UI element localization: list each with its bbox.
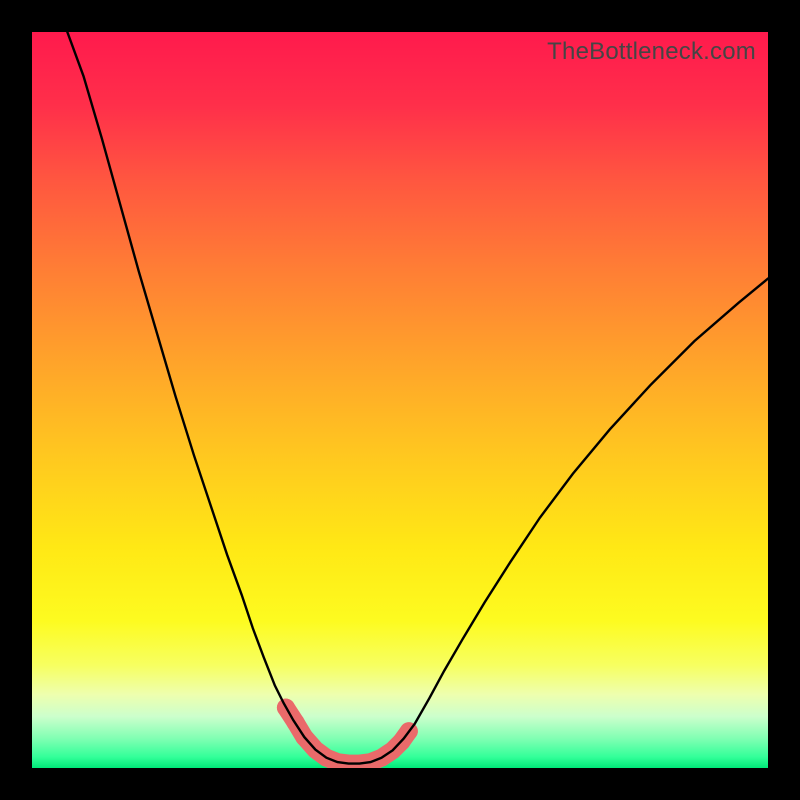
bottleneck-curve bbox=[67, 32, 768, 764]
optimal-zone-markers bbox=[277, 699, 418, 764]
plot-area: TheBottleneck.com bbox=[32, 32, 768, 768]
chart-stage: TheBottleneck.com bbox=[0, 0, 800, 800]
curve-layer bbox=[32, 32, 768, 768]
